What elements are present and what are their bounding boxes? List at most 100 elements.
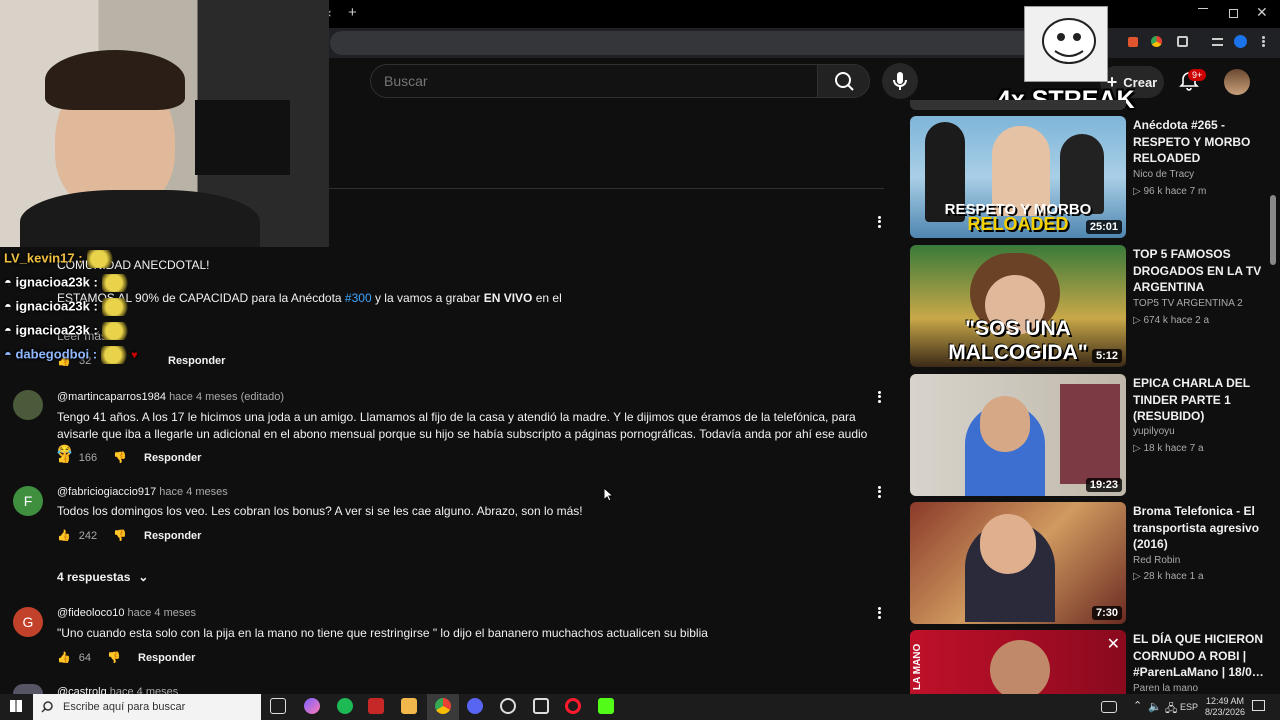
comment-actions: 👍 242 👎	[57, 529, 127, 543]
comment-author[interactable]: @fideoloco10	[57, 607, 124, 619]
replies-toggle[interactable]: 4 respuestas ⌄	[57, 570, 148, 584]
discord-icon[interactable]	[467, 698, 483, 714]
chat-message: ◓ ignacioa23k :	[4, 322, 132, 340]
avatar[interactable]	[1224, 69, 1250, 95]
comment-author[interactable]: @castrolg	[57, 686, 107, 694]
media-icon[interactable]	[1212, 38, 1223, 46]
chrome-icon[interactable]	[435, 698, 451, 714]
notification-badge: 9+	[1188, 69, 1207, 81]
reply-button[interactable]: Responder	[168, 355, 225, 367]
comment-author[interactable]: @martincaparros1984	[57, 391, 166, 403]
video-title[interactable]: Anécdota #265 - RESPETO Y MORBO RELOADED	[1133, 117, 1273, 167]
like-icon[interactable]: 👍	[57, 451, 71, 464]
chevron-down-icon: ⌄	[138, 570, 149, 584]
comment-author[interactable]: @fabriciogiaccio917	[57, 486, 156, 498]
chat-message: LV_kevin17 :	[4, 250, 117, 268]
hashtag-link[interactable]: #300	[345, 291, 372, 305]
chat-message: ◓ dabegodboi : ♥	[4, 346, 138, 364]
copilot-icon[interactable]	[304, 698, 320, 714]
puzzle-icon[interactable]	[1177, 36, 1188, 47]
taskbar-clock[interactable]: 12:49 AM 8/23/2026	[1205, 696, 1245, 718]
search-button[interactable]	[817, 64, 870, 98]
minimize-icon[interactable]	[1198, 8, 1208, 9]
close-icon[interactable]: ✕	[1107, 634, 1120, 654]
scrollbar-thumb[interactable]	[1270, 195, 1276, 265]
video-thumbnail[interactable]: 7:30	[910, 502, 1126, 624]
comment-menu-icon[interactable]	[876, 605, 882, 621]
app-icon[interactable]	[533, 698, 549, 714]
taskbar-date: 8/23/2026	[1205, 707, 1246, 717]
chevron-up-icon[interactable]: ⌃	[1133, 699, 1142, 712]
video-duration: 5:12	[1091, 349, 1122, 363]
video-duration: 19:23	[1085, 478, 1122, 492]
browser-menu-icon[interactable]	[1262, 35, 1266, 49]
file-explorer-icon[interactable]	[401, 698, 417, 714]
like-count: 166	[78, 451, 98, 464]
avatar[interactable]	[13, 684, 43, 694]
network-icon[interactable]: 🖧	[1165, 700, 1177, 719]
video-thumbnail-partial[interactable]	[910, 100, 1126, 110]
chrome-extension-icon[interactable]	[1151, 36, 1162, 47]
keyboard-icon[interactable]	[1101, 701, 1117, 713]
video-channel[interactable]: Nico de Tracy	[1133, 169, 1194, 180]
thumbnail-text: LA MANO	[912, 643, 923, 690]
comment-text: Todos los domingos los veo. Les cobran l…	[57, 504, 583, 518]
notification-center-icon[interactable]	[1252, 700, 1265, 711]
dislike-icon[interactable]: 👎	[107, 651, 121, 664]
video-title[interactable]: EPICA CHARLA DEL TINDER PARTE 1 (RESUBID…	[1133, 375, 1273, 425]
like-icon[interactable]: 👍	[57, 529, 71, 542]
search-icon	[835, 72, 854, 91]
video-channel[interactable]: Red Robin	[1133, 555, 1180, 566]
taskbar-search-placeholder: Escribe aquí para buscar	[63, 701, 186, 713]
comment-text-2: ESTAMOS AL 90% de CAPACIDAD para la Anéc…	[57, 291, 562, 305]
video-title[interactable]: EL DÍA QUE HICIERON CORNUDO A ROBI | #Pa…	[1133, 631, 1273, 681]
language-indicator[interactable]: ESP	[1180, 702, 1198, 712]
video-title[interactable]: TOP 5 FAMOSOS DROGADOS EN LA TV ARGENTIN…	[1133, 246, 1273, 296]
comment-header: @castrolg hace 4 meses	[57, 686, 178, 694]
comment-menu-icon[interactable]	[876, 214, 882, 230]
comment-menu-icon[interactable]	[876, 484, 882, 500]
address-bar[interactable]	[330, 31, 1090, 55]
extension-icon[interactable]	[1128, 37, 1138, 47]
like-count: 64	[78, 651, 91, 664]
dislike-icon[interactable]: 👎	[113, 451, 127, 464]
video-thumbnail[interactable]: 19:23	[910, 374, 1126, 496]
like-icon[interactable]: 👍	[57, 651, 71, 664]
spotify-icon[interactable]	[337, 698, 353, 714]
video-title[interactable]: Broma Telefonica - El transportista agre…	[1133, 503, 1273, 553]
webcam-overlay	[0, 0, 329, 247]
reply-button[interactable]: Responder	[144, 530, 201, 542]
video-thumbnail[interactable]: LA MANO ✕	[910, 630, 1126, 694]
comment-text: "Uno cuando esta solo con la pija en la …	[57, 626, 708, 640]
video-thumbnail[interactable]: RESPETO Y MORBO RELOADED 25:01	[910, 116, 1126, 238]
voicemod-icon[interactable]	[368, 698, 384, 714]
opera-icon[interactable]	[565, 698, 581, 714]
avatar[interactable]: G	[13, 607, 43, 637]
dislike-icon[interactable]: 👎	[113, 529, 127, 542]
reply-button[interactable]: Responder	[144, 452, 201, 464]
avatar[interactable]	[13, 390, 43, 420]
taskbar-search-input[interactable]: Escribe aquí para buscar	[33, 694, 261, 720]
volume-icon[interactable]: 🔈	[1148, 700, 1162, 713]
task-view-icon[interactable]	[270, 698, 286, 714]
voice-search-button[interactable]	[882, 63, 918, 99]
comment-menu-icon[interactable]	[876, 389, 882, 405]
video-channel[interactable]: yupilyoyu	[1133, 426, 1175, 437]
meme-image	[1024, 6, 1108, 82]
window-close-icon[interactable]: ✕	[1256, 4, 1268, 21]
search-input[interactable]	[370, 64, 818, 98]
windows-start-icon[interactable]	[10, 700, 22, 712]
microphone-icon	[893, 72, 907, 90]
video-thumbnail[interactable]: "SOS UNA MALCOGIDA" 5:12	[910, 245, 1126, 367]
obs-icon[interactable]	[500, 698, 516, 714]
avatar[interactable]: F	[13, 486, 43, 516]
kick-icon[interactable]	[598, 698, 614, 714]
restore-icon[interactable]	[1229, 9, 1238, 18]
video-duration: 25:01	[1085, 220, 1122, 234]
video-channel[interactable]: TOP5 TV ARGENTINA 2	[1133, 298, 1243, 309]
webcam-monitor	[195, 100, 290, 175]
video-channel[interactable]: Paren la mano	[1133, 683, 1198, 694]
reply-button[interactable]: Responder	[138, 652, 195, 664]
profile-icon[interactable]	[1234, 35, 1247, 48]
new-tab-button[interactable]: +	[348, 4, 357, 21]
